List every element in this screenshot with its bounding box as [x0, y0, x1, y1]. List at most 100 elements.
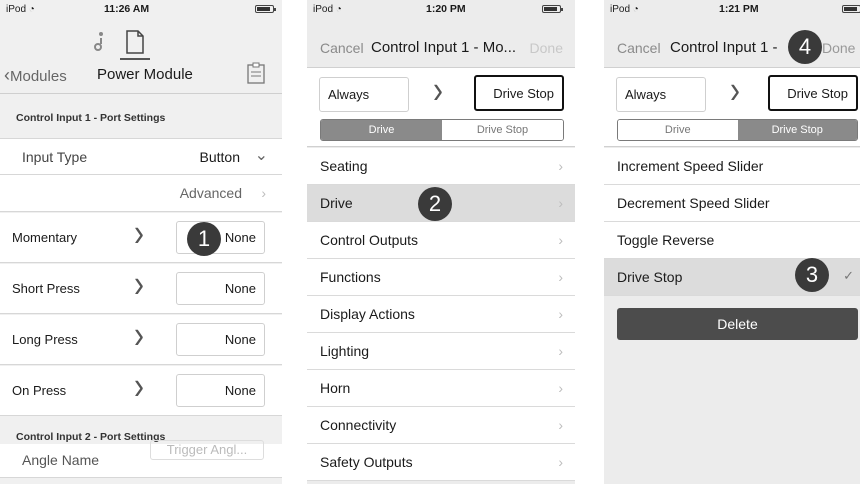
cancel-button[interactable]: Cancel	[320, 40, 364, 56]
list-item[interactable]: Seating ›	[307, 148, 575, 185]
angle-name-input[interactable]: Trigger Angl...	[150, 440, 264, 460]
screen-power-module: iPod ◔ 11:26 AM ‹Modules Power Module Co…	[0, 0, 282, 484]
chevron-right-icon: ›	[558, 454, 563, 470]
clipboard-icon[interactable]	[246, 62, 266, 84]
arrow-right-icon: ›	[134, 211, 144, 255]
list-item-label: Connectivity	[320, 417, 397, 433]
list-item[interactable]: Lighting ›	[307, 333, 575, 370]
advanced-row[interactable]: Advanced ›	[0, 175, 282, 212]
done-button[interactable]: Done	[530, 40, 563, 56]
checkmark-icon: ✓	[843, 268, 854, 283]
on-press-row[interactable]: On Press › None	[0, 364, 282, 416]
chevron-right-icon: ›	[558, 269, 563, 285]
list-item-label: Horn	[320, 380, 351, 396]
chevron-right-icon: ›	[558, 158, 563, 174]
chevron-right-icon: ›	[558, 380, 563, 396]
status-bar: iPod ◔ 1:20 PM	[307, 0, 575, 18]
list-item-label: Increment Speed Slider	[617, 158, 764, 174]
list-item[interactable]: Safety Outputs ›	[307, 444, 575, 481]
carrier-label: iPod ◔	[6, 4, 35, 15]
category-segmented-control[interactable]: Drive Drive Stop	[617, 119, 858, 141]
chevron-right-icon: ›	[558, 417, 563, 433]
list-item[interactable]: Control Outputs ›	[307, 222, 575, 259]
wifi-icon: ◔	[632, 4, 639, 15]
list-item-label: Drive	[320, 195, 353, 211]
status-time: 1:21 PM	[719, 3, 759, 15]
carrier-label: iPod ◔	[610, 4, 639, 15]
list-item-label: Lighting	[320, 343, 370, 359]
nav-bar: ‹Modules Power Module	[0, 56, 282, 94]
step-badge: 2	[418, 187, 452, 221]
arrow-right-icon: ›	[730, 68, 740, 112]
back-button[interactable]: ‹Modules	[4, 65, 67, 86]
chevron-right-icon: ›	[558, 195, 563, 211]
angle-name-label: Angle Name	[22, 452, 100, 468]
chevron-right-icon: ›	[558, 232, 563, 248]
list-item[interactable]: Decrement Speed Slider	[604, 185, 860, 222]
list-item-label: Display Actions	[320, 306, 415, 322]
wifi-icon: ◔	[28, 4, 35, 15]
category-segmented-control[interactable]: Drive Drive Stop	[320, 119, 564, 141]
mapping-panel: Always › Drive Stop Drive Drive Stop	[604, 67, 860, 147]
arrow-right-icon: ›	[134, 313, 144, 357]
advanced-label: Advanced	[179, 185, 242, 201]
momentary-label: Momentary	[12, 230, 78, 245]
section-header: Control Input 2 - Port Settings	[16, 431, 166, 443]
segment-drive-stop[interactable]: Drive Stop	[442, 120, 563, 140]
chevron-right-icon: ›	[261, 185, 266, 201]
step-badge: 1	[187, 222, 221, 256]
short-press-value-field[interactable]: None	[176, 272, 265, 305]
list-item-label: Drive Stop	[617, 269, 683, 285]
section-header: Control Input 1 - Port Settings	[16, 112, 166, 124]
step-badge: 4	[788, 30, 822, 64]
page-title: Power Module	[97, 66, 193, 83]
list-item-label: Functions	[320, 269, 381, 285]
carrier-label: iPod ◔	[313, 4, 342, 15]
list-item[interactable]: Display Actions ›	[307, 296, 575, 333]
done-button[interactable]: Done	[822, 40, 855, 56]
long-press-label: Long Press	[12, 332, 78, 347]
cancel-button[interactable]: Cancel	[617, 40, 661, 56]
chair-icon[interactable]	[92, 30, 108, 52]
status-time: 11:26 AM	[104, 3, 150, 15]
on-press-value-field[interactable]: None	[176, 374, 265, 407]
arrow-right-icon: ›	[433, 68, 443, 112]
step-badge: 3	[795, 258, 829, 292]
chevron-right-icon: ›	[558, 306, 563, 322]
segment-drive[interactable]: Drive	[321, 120, 442, 140]
list-item[interactable]: Toggle Reverse	[604, 222, 860, 259]
on-press-label: On Press	[12, 383, 67, 398]
arrow-right-icon: ›	[134, 364, 144, 408]
status-bar: iPod ◔ 11:26 AM	[0, 0, 282, 18]
action-field[interactable]: Drive Stop	[768, 75, 858, 111]
list-item-label: Safety Outputs	[320, 454, 413, 470]
list-item[interactable]: Horn ›	[307, 370, 575, 407]
battery-icon	[842, 5, 860, 13]
list-item-label: Seating	[320, 158, 368, 174]
segment-drive-stop[interactable]: Drive Stop	[737, 120, 857, 140]
battery-icon	[542, 5, 563, 13]
list-item-label: Control Outputs	[320, 232, 419, 248]
battery-icon	[255, 5, 276, 13]
list-item[interactable]: Functions ›	[307, 259, 575, 296]
screen-action-categories: iPod ◔ 1:20 PM Cancel Control Input 1 - …	[307, 0, 575, 484]
short-press-row[interactable]: Short Press › None	[0, 262, 282, 314]
input-type-row[interactable]: Input Type Button ⌄	[0, 138, 282, 175]
arrow-right-icon: ›	[134, 262, 144, 306]
list-item[interactable]: Connectivity ›	[307, 407, 575, 444]
momentary-row[interactable]: Momentary › None	[0, 211, 282, 263]
list-item[interactable]: Increment Speed Slider	[604, 148, 860, 185]
chevron-right-icon: ›	[558, 343, 563, 359]
delete-button[interactable]: Delete	[617, 308, 858, 340]
status-time: 1:20 PM	[426, 3, 466, 15]
long-press-row[interactable]: Long Press › None	[0, 313, 282, 365]
trigger-field[interactable]: Always	[616, 77, 706, 112]
long-press-value-field[interactable]: None	[176, 323, 265, 356]
list-item-label: Toggle Reverse	[617, 232, 715, 248]
trigger-field[interactable]: Always	[319, 77, 409, 112]
nav-bar: Cancel Control Input 1 - Mo... Done	[307, 30, 575, 66]
chevron-down-icon: ⌄	[254, 147, 268, 164]
action-field[interactable]: Drive Stop	[474, 75, 564, 111]
angle-name-row[interactable]: Angle Name Trigger Angl...	[0, 440, 282, 478]
segment-drive[interactable]: Drive	[618, 120, 738, 140]
